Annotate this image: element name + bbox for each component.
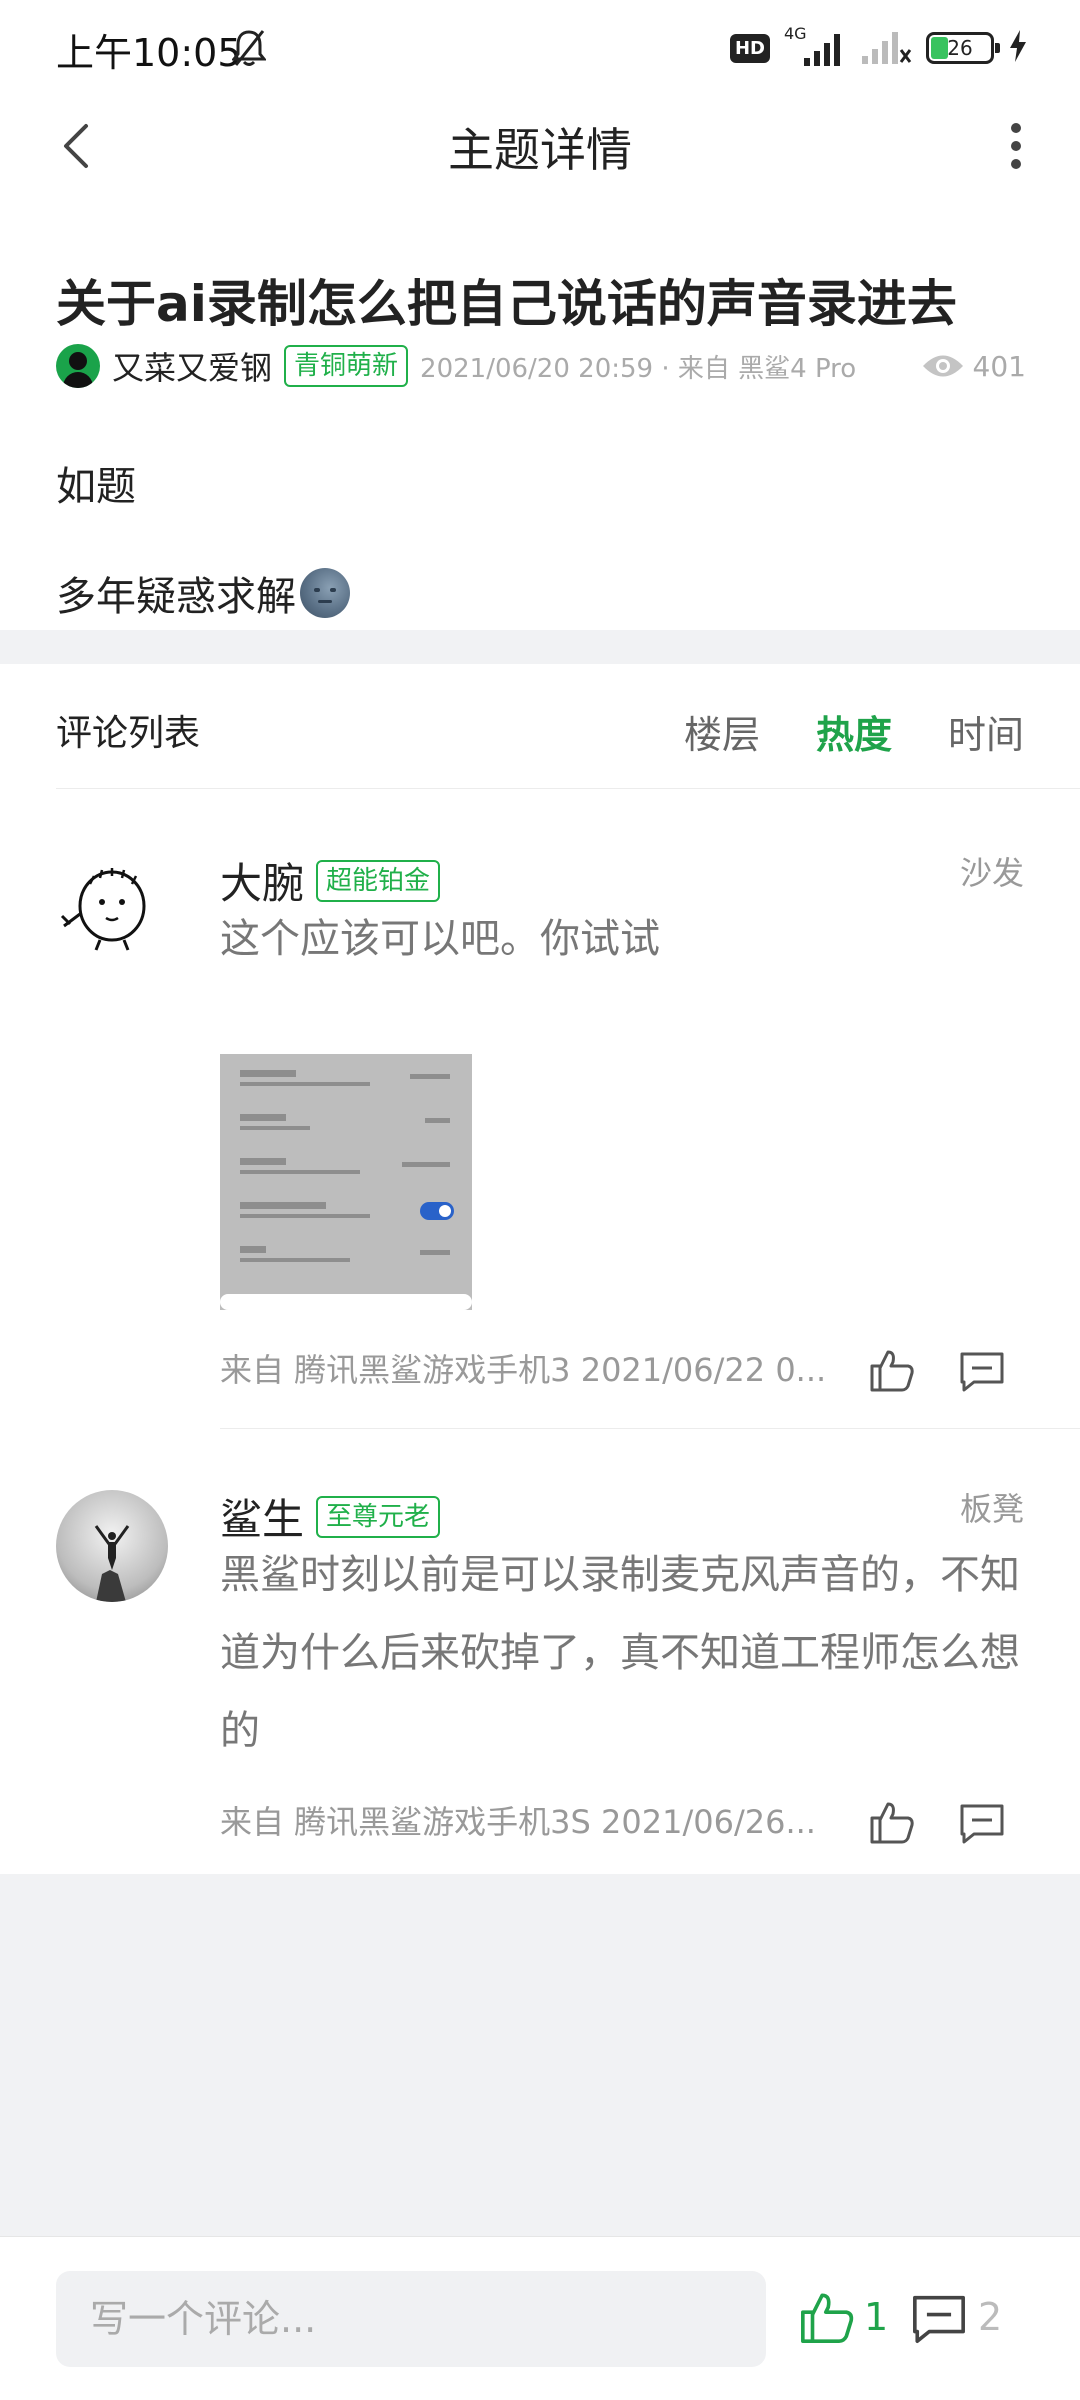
bell-off-icon xyxy=(230,28,268,72)
moon-face-emoji xyxy=(300,568,350,618)
reply-button[interactable] xyxy=(958,1798,1006,1846)
comment-footer: 来自 腾讯黑鲨游戏手机3S 2021/06/26... xyxy=(220,1792,1030,1848)
like-button[interactable] xyxy=(868,1798,916,1846)
more-vertical-icon xyxy=(1011,123,1021,169)
user-level-badge: 超能铂金 xyxy=(316,859,441,902)
like-count: 1 xyxy=(864,2295,889,2339)
comments-button[interactable]: 2 xyxy=(910,2281,1002,2353)
sort-tabs: 楼层 热度 时间 xyxy=(684,704,1024,759)
comment-count: 2 xyxy=(978,2295,1003,2339)
comment-item: 大腕 超能铂金 沙发 这个应该可以吧。你试试 来自 腾讯黑鲨游戏手机3 2021… xyxy=(0,854,1080,1434)
hd-badge: HD xyxy=(729,33,770,63)
battery-icon: 26 xyxy=(926,32,1000,64)
battery-level: 26 xyxy=(947,36,973,60)
view-count: 401 xyxy=(921,350,1026,383)
thumbs-up-icon xyxy=(801,2293,854,2343)
avatar[interactable] xyxy=(56,854,168,966)
post-title: 关于ai录制怎么把自己说话的声音录进去 xyxy=(56,275,957,333)
comment-icon xyxy=(960,1352,1004,1392)
comment-source-time: 来自 腾讯黑鲨游戏手机3S 2021/06/26... xyxy=(220,1803,816,1841)
eye-icon xyxy=(922,355,963,377)
post-body-text: 多年疑惑求解 xyxy=(56,574,296,620)
comment-image-thumbnail[interactable] xyxy=(220,1054,472,1310)
reply-button[interactable] xyxy=(958,1346,1006,1394)
divider xyxy=(220,1428,1080,1429)
charging-icon xyxy=(1008,29,1028,67)
status-time: 上午10:05 xyxy=(56,31,242,75)
avatar[interactable] xyxy=(56,344,100,388)
user-level-badge: 青铜萌新 xyxy=(284,345,409,387)
post-time-source: 2021/06/20 20:59 · 来自 黑鲨4 Pro xyxy=(420,353,857,384)
like-post-button[interactable]: 1 xyxy=(798,2281,888,2353)
thumbs-up-icon xyxy=(870,1802,914,1844)
comment-icon xyxy=(913,2295,965,2343)
app-bar: 主题详情 xyxy=(0,96,1080,192)
sort-tab-time[interactable]: 时间 xyxy=(948,704,1024,759)
comment-footer: 来自 腾讯黑鲨游戏手机3 2021/06/22 0... xyxy=(220,1340,1030,1396)
comment-text: 这个应该可以吧。你试试 xyxy=(220,916,660,962)
comment-text: 黑鲨时刻以前是可以录制麦克风声音的，不知道为什么后来砍掉了，真不知道工程师怎么想… xyxy=(220,1552,1020,1754)
status-icons: HD 4G 26 xyxy=(729,24,1028,70)
post-body: 如题 多年疑惑求解 xyxy=(56,432,350,652)
user-level-badge: 至尊元老 xyxy=(316,1495,441,1538)
post-body-line: 如题 xyxy=(56,464,136,510)
sort-tab-hot[interactable]: 热度 xyxy=(816,704,892,759)
post-meta: 又菜又爱钢 青铜萌新 2021/06/20 20:59 · 来自 黑鲨4 Pro… xyxy=(56,342,1026,390)
post-card: 关于ai录制怎么把自己说话的声音录进去 又菜又爱钢 青铜萌新 2021/06/2… xyxy=(0,192,1080,630)
avatar[interactable] xyxy=(56,1490,168,1602)
status-bar: 上午10:05 HD 4G 26 xyxy=(0,0,1080,96)
comment-icon xyxy=(960,1804,1004,1844)
signal-2-icon xyxy=(860,26,912,70)
divider xyxy=(56,788,1080,789)
sort-tab-floor[interactable]: 楼层 xyxy=(684,704,760,759)
view-count-value: 401 xyxy=(972,349,1026,383)
author-name[interactable]: 又菜又爱钢 xyxy=(112,343,272,389)
comment-input[interactable] xyxy=(56,2271,766,2367)
floor-label: 沙发 xyxy=(959,854,1024,892)
comment-source-time: 来自 腾讯黑鲨游戏手机3 2021/06/22 0... xyxy=(220,1351,827,1389)
comments-section: 评论列表 楼层 热度 时间 大腕 超能铂金 沙发 这个应该可以吧。你试试 来自 … xyxy=(0,664,1080,1874)
more-button[interactable] xyxy=(996,114,1036,178)
floor-label: 板凳 xyxy=(959,1490,1024,1528)
comments-title: 评论列表 xyxy=(56,713,201,754)
page-title: 主题详情 xyxy=(448,123,632,177)
thumbs-up-icon xyxy=(870,1350,914,1392)
bottom-bar: 1 2 xyxy=(0,2236,1080,2400)
post-body-line: 多年疑惑求解 xyxy=(56,542,350,652)
comment-item: 鲨生 至尊元老 板凳 黑鲨时刻以前是可以录制麦克风声音的，不知道为什么后来砍掉了… xyxy=(0,1490,1080,1870)
like-button[interactable] xyxy=(868,1346,916,1394)
signal-icon: 4G xyxy=(784,24,846,68)
